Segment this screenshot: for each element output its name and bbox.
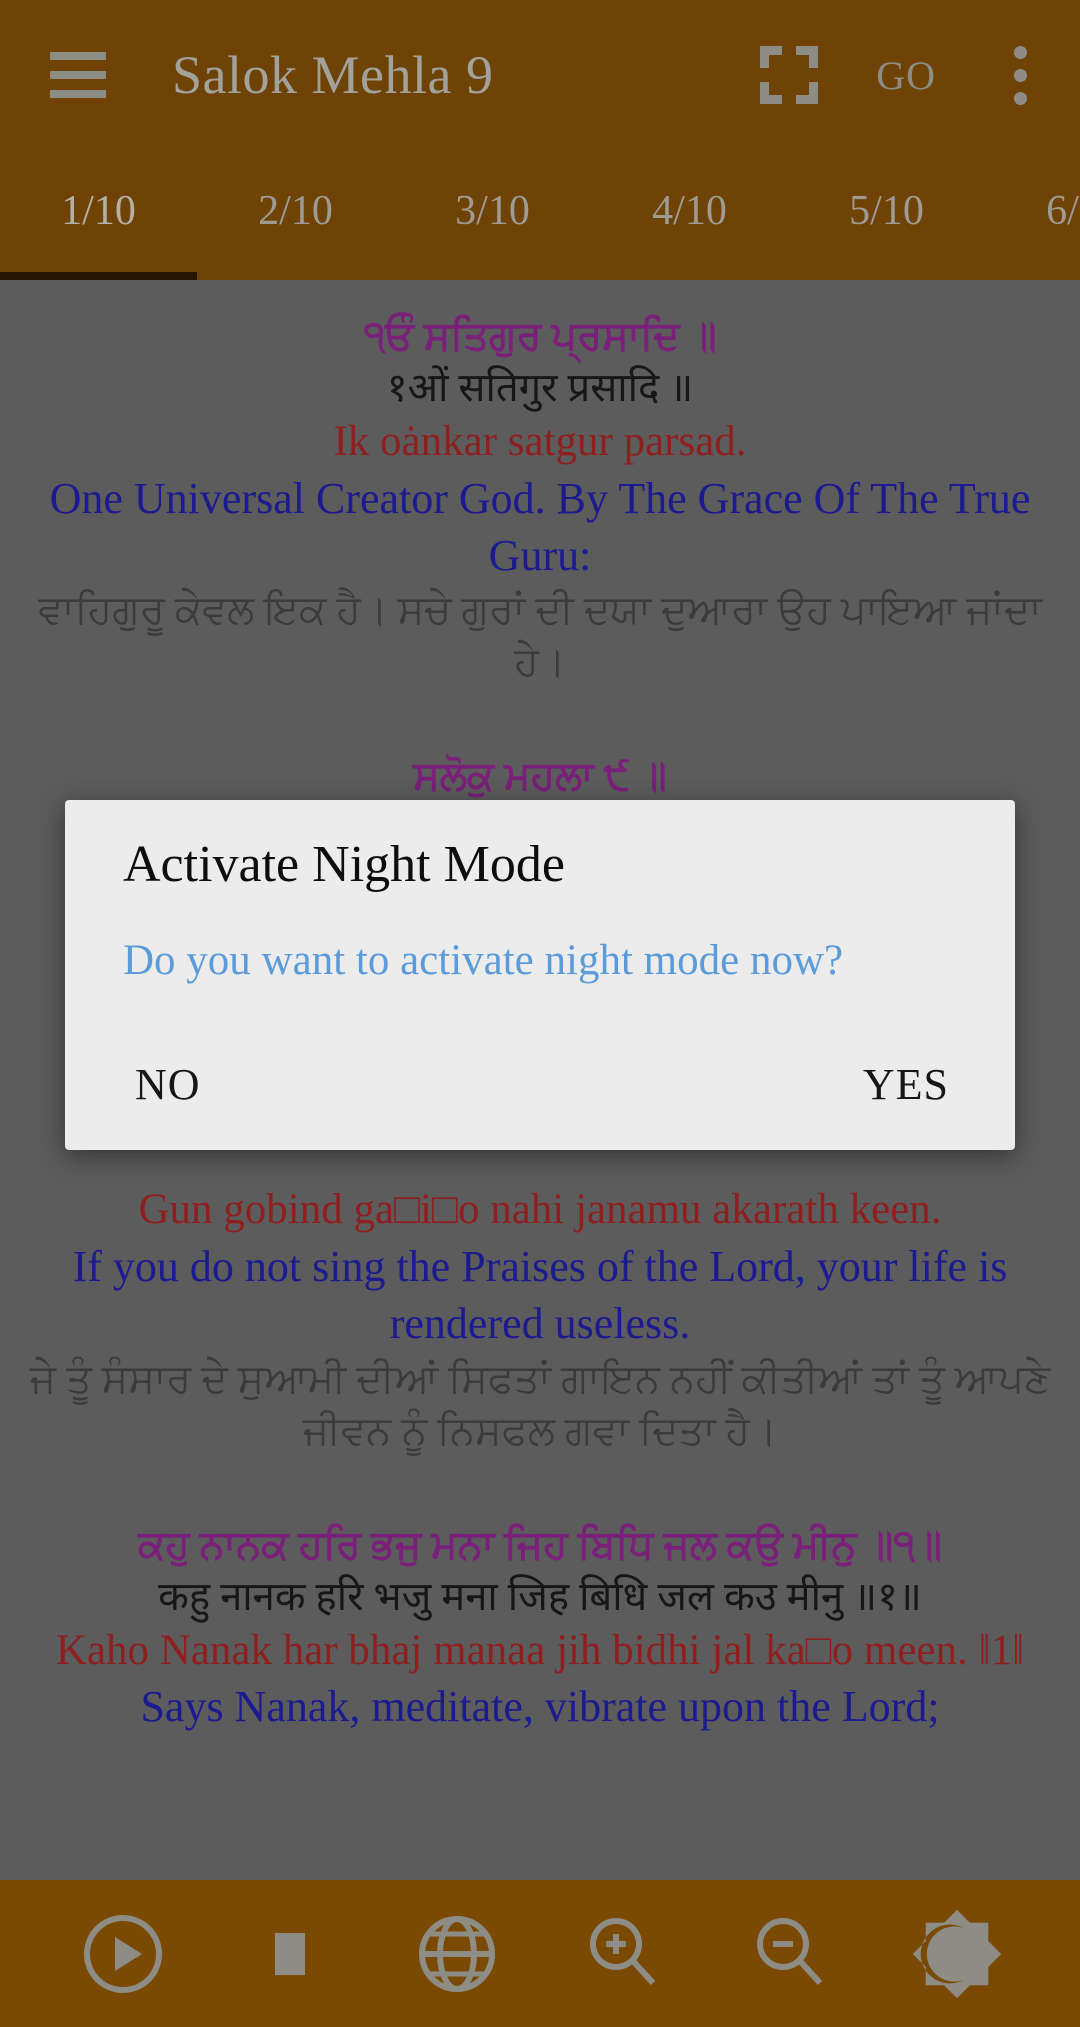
- stop-icon: [274, 1932, 305, 1975]
- verse-gap-1: [22, 688, 1058, 750]
- verse-transliteration: Gun gobind ga□i□o nahi janamu akarath ke…: [138, 1186, 942, 1234]
- verse-english: One Universal Creator God. By The Grace …: [49, 473, 1031, 581]
- go-button[interactable]: GO: [876, 52, 936, 99]
- app-bar: Salok Mehla 9 GO: [0, 0, 1080, 150]
- overflow-dot: [1013, 45, 1027, 59]
- verse-block-2: ਸਲੋਕੁ ਮਹਲਾ ੯ ॥: [22, 750, 1058, 802]
- tab-page-1[interactable]: 1/10: [0, 187, 197, 235]
- fullscreen-corner-bl: [760, 82, 783, 104]
- verse-punjabi: ਵਾਹਿਗੁਰੂ ਕੇਵਲ ਇਕ ਹੈ। ਸਚੇ ਗੁਰਾਂ ਦੀ ਦਯਾ ਦੁ…: [38, 587, 1042, 685]
- verse-block-3: Gun gobind ga□i□o nahi janamu akarath ke…: [22, 1182, 1058, 1456]
- night-mode-icon: [912, 1909, 1001, 1998]
- stop-button[interactable]: [236, 1900, 344, 2008]
- tab-page-6[interactable]: 6/10: [985, 187, 1080, 235]
- tab-active-indicator: [0, 272, 197, 280]
- tab-page-4[interactable]: 4/10: [591, 187, 788, 235]
- verse-devanagari: १ओं सतिगुर प्रसादि ॥: [386, 365, 694, 410]
- language-button[interactable]: [403, 1900, 511, 2008]
- dialog-yes-button[interactable]: YES: [853, 1053, 959, 1116]
- night-mode-button[interactable]: [903, 1900, 1011, 2008]
- dialog-title: Activate Night Mode: [123, 836, 565, 893]
- hamburger-bar: [50, 52, 106, 60]
- verse-english: Says Nanak, meditate, vibrate upon the L…: [140, 1682, 940, 1732]
- verse-transliteration: Kaho Nanak har bhaj manaa jih bidhi jal …: [55, 1626, 1025, 1674]
- fullscreen-icon[interactable]: [746, 32, 832, 118]
- verse-block-4: ਕਹੁ ਨਾਨਕ ਹਰਿ ਭਜੁ ਮਨਾ ਜਿਹ ਬਿਧਿ ਜਲ ਕਉ ਮੀਨੁ…: [22, 1519, 1058, 1736]
- tab-page-3[interactable]: 3/10: [394, 187, 591, 235]
- hamburger-bar: [50, 71, 106, 79]
- dialog-no-button[interactable]: NO: [125, 1053, 211, 1116]
- verse-gurmukhi: ਕਹੁ ਨਾਨਕ ਹਰਿ ਭਜੁ ਮਨਾ ਜਿਹ ਬਿਧਿ ਜਲ ਕਉ ਮੀਨੁ…: [137, 1521, 943, 1567]
- verse-devanagari: कहु नानक हरि भजु मना जिह बिधि जल कउ मीनु…: [158, 1573, 922, 1619]
- page-title: Salok Mehla 9: [172, 45, 494, 105]
- tab-page-2[interactable]: 2/10: [197, 187, 394, 235]
- globe-icon: [418, 1915, 495, 1992]
- app-root: Salok Mehla 9 GO 1/10 2/10 3/10 4/10 5/1…: [0, 0, 1080, 2027]
- hamburger-menu-icon[interactable]: [28, 0, 128, 150]
- play-icon: [84, 1914, 163, 1993]
- zoom-out-icon: [756, 1917, 823, 1985]
- verse-english: If you do not sing the Praises of the Lo…: [72, 1242, 1008, 1349]
- verse-punjabi: ਜੇ ਤੂੰ ਸੰਸਾਰ ਦੇ ਸੁਆਮੀ ਦੀਆਂ ਸਿਫਤਾਂ ਗਾਇਨ ਨ…: [29, 1355, 1051, 1453]
- verse-gurmukhi: ੧ਓੰ ਸਤਿਗੁਰ ਪ੍ਰਸਾਦਿ ॥: [363, 313, 717, 358]
- zoom-in-button[interactable]: [569, 1900, 677, 2008]
- verse-heading-gurmukhi: ਸਲੋਕੁ ਮਹਲਾ ੯ ॥: [413, 753, 667, 799]
- bottom-toolbar: [0, 1880, 1080, 2027]
- more-vertical-icon[interactable]: [990, 20, 1050, 130]
- night-mode-dialog: Activate Night Mode Do you want to activ…: [65, 800, 1015, 1150]
- tab-bar: 1/10 2/10 3/10 4/10 5/10 6/10: [0, 150, 1080, 280]
- play-button[interactable]: [69, 1900, 177, 2008]
- verse-block-1: ੧ਓੰ ਸਤਿਗੁਰ ਪ੍ਰਸਾਦਿ ॥ १ओं सतिगुर प्रसादि …: [22, 310, 1058, 688]
- zoom-in-icon: [590, 1917, 656, 1985]
- hamburger-bar: [50, 90, 106, 98]
- zoom-out-button[interactable]: [736, 1900, 844, 2008]
- tab-strip[interactable]: 1/10 2/10 3/10 4/10 5/10 6/10: [0, 150, 1080, 272]
- fullscreen-corner-tl: [760, 46, 783, 68]
- overflow-dot: [1013, 91, 1027, 105]
- verse-gap-2: [22, 1457, 1058, 1519]
- fullscreen-corner-br: [796, 82, 819, 104]
- verse-transliteration: Ik oȧnkar satgur parsad.: [333, 418, 747, 465]
- dialog-actions: NO YES: [123, 1053, 967, 1116]
- content-top-gap: [22, 280, 1058, 310]
- overflow-dot: [1013, 68, 1027, 82]
- fullscreen-corner-tr: [796, 46, 819, 68]
- tab-page-5[interactable]: 5/10: [788, 187, 985, 235]
- dialog-message: Do you want to activate night mode now?: [123, 937, 844, 985]
